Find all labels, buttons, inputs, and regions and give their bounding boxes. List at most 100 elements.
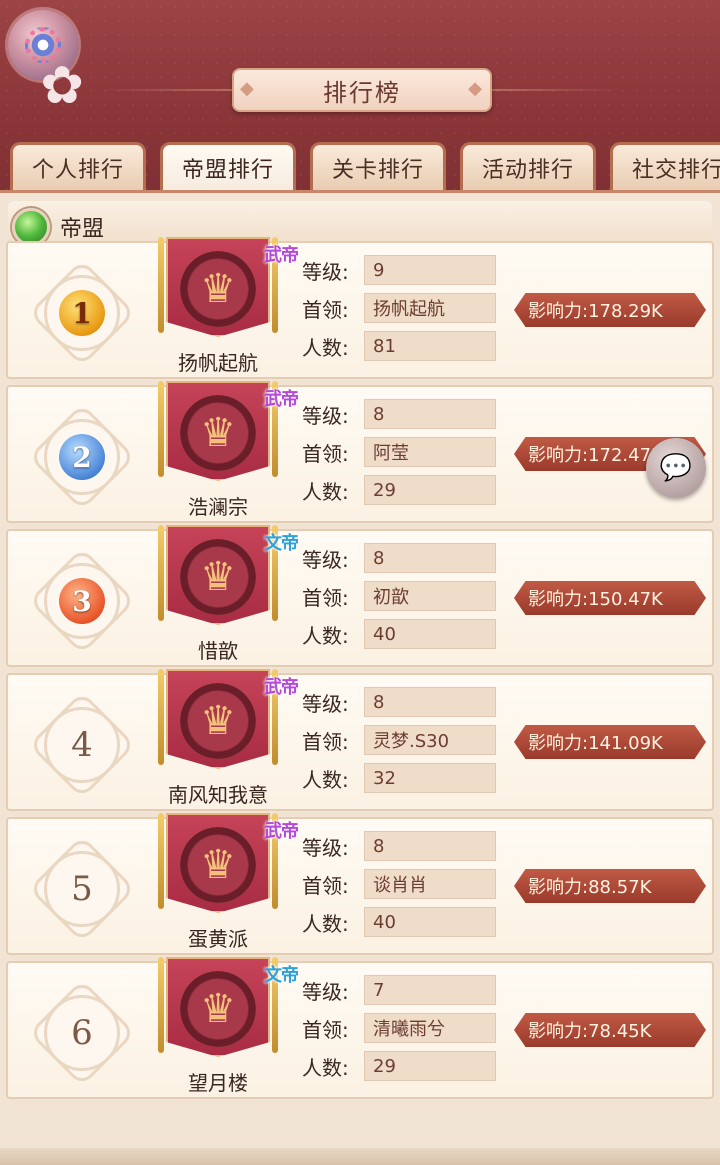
level-value: 8 bbox=[364, 399, 496, 429]
rank-badge: 6 bbox=[28, 979, 136, 1087]
alliance-banner[interactable]: ♛ 武帝 bbox=[156, 813, 299, 917]
level-field: 等级: 8 bbox=[302, 683, 496, 721]
bottom-edge bbox=[0, 1148, 720, 1165]
influence-badge: 影响力:88.57K bbox=[514, 869, 706, 903]
leader-label: 首领: bbox=[302, 297, 349, 322]
rank-number: 5 bbox=[71, 869, 93, 909]
members-label: 人数: bbox=[302, 335, 349, 360]
leader-value: 清曦雨兮 bbox=[364, 1013, 496, 1043]
rank-number: 6 bbox=[71, 1013, 93, 1053]
leader-label: 首领: bbox=[302, 729, 349, 754]
leader-label: 首领: bbox=[302, 873, 349, 898]
members-value: 40 bbox=[364, 907, 496, 937]
rank-badge: 2 bbox=[28, 403, 136, 511]
rank-number: 3 bbox=[59, 578, 105, 624]
level-label: 等级: bbox=[302, 691, 349, 716]
members-field: 人数: 32 bbox=[302, 759, 496, 797]
alliance-info: 等级: 8 首领: 谈肖肖 人数: 40 bbox=[302, 827, 496, 941]
ranking-row[interactable]: 6 ♛ 文帝 望月楼 等级: 7 首领: 清曦雨兮 人数: 29 影响力:78.… bbox=[6, 957, 714, 1099]
emperor-tag: 武帝 bbox=[264, 245, 299, 266]
alliance-banner[interactable]: ♛ 武帝 bbox=[156, 381, 299, 485]
ranking-panel: 帝盟 1 ♛ 武帝 扬帆起航 等级: 9 首领: 扬帆起航 人数: 81 影响力… bbox=[0, 190, 720, 1165]
crown-icon: ♛ bbox=[180, 395, 256, 471]
level-value: 7 bbox=[364, 975, 496, 1005]
leader-field: 首领: 谈肖肖 bbox=[302, 865, 496, 903]
tab-event-rank[interactable]: 活动排行 bbox=[460, 142, 596, 190]
leader-field: 首领: 清曦雨兮 bbox=[302, 1009, 496, 1047]
leader-value: 初歆 bbox=[364, 581, 496, 611]
alliance-banner[interactable]: ♛ 文帝 bbox=[156, 957, 299, 1061]
members-field: 人数: 40 bbox=[302, 903, 496, 941]
level-label: 等级: bbox=[302, 547, 349, 572]
influence-badge: 影响力:78.45K bbox=[514, 1013, 706, 1047]
level-field: 等级: 9 bbox=[302, 251, 496, 289]
ranking-row[interactable]: 5 ♛ 武帝 蛋黄派 等级: 8 首领: 谈肖肖 人数: 40 影响力:88.5… bbox=[6, 813, 714, 955]
chat-button[interactable]: 💬 bbox=[646, 438, 706, 498]
rank-number: 1 bbox=[59, 290, 105, 336]
leader-label: 首领: bbox=[302, 441, 349, 466]
ranking-row[interactable]: 1 ♛ 武帝 扬帆起航 等级: 9 首领: 扬帆起航 人数: 81 影响力:17… bbox=[6, 237, 714, 379]
ranking-row[interactable]: 4 ♛ 武帝 南风知我意 等级: 8 首领: 灵梦.S30 人数: 32 影响力… bbox=[6, 669, 714, 811]
chat-bubble-icon: 💬 bbox=[659, 453, 693, 483]
influence-badge: 影响力:141.09K bbox=[514, 725, 706, 759]
alliance-info: 等级: 9 首领: 扬帆起航 人数: 81 bbox=[302, 251, 496, 365]
level-label: 等级: bbox=[302, 403, 349, 428]
influence-badge: 影响力:178.29K bbox=[514, 293, 706, 327]
leader-field: 首领: 扬帆起航 bbox=[302, 289, 496, 327]
level-field: 等级: 8 bbox=[302, 395, 496, 433]
members-field: 人数: 40 bbox=[302, 615, 496, 653]
level-value: 8 bbox=[364, 543, 496, 573]
tab-alliance-rank[interactable]: 帝盟排行 bbox=[160, 142, 296, 190]
leader-value: 谈肖肖 bbox=[364, 869, 496, 899]
emperor-tag: 武帝 bbox=[264, 821, 299, 842]
leader-field: 首领: 灵梦.S30 bbox=[302, 721, 496, 759]
alliance-banner[interactable]: ♛ 武帝 bbox=[156, 237, 299, 341]
tab-personal-rank[interactable]: 个人排行 bbox=[10, 142, 146, 190]
alliance-banner[interactable]: ♛ 武帝 bbox=[156, 669, 299, 773]
members-field: 人数: 81 bbox=[302, 327, 496, 365]
tab-social-rank[interactable]: 社交排行 bbox=[610, 142, 720, 190]
alliance-info: 等级: 8 首领: 灵梦.S30 人数: 32 bbox=[302, 683, 496, 797]
leader-field: 首领: 阿莹 bbox=[302, 433, 496, 471]
alliance-name: 南风知我意 bbox=[168, 783, 268, 807]
alliance-info: 等级: 8 首领: 初歆 人数: 40 bbox=[302, 539, 496, 653]
emperor-tag: 武帝 bbox=[264, 389, 299, 410]
members-value: 29 bbox=[364, 475, 496, 505]
alliance-info: 等级: 7 首领: 清曦雨兮 人数: 29 bbox=[302, 971, 496, 1085]
leader-value: 阿莹 bbox=[364, 437, 496, 467]
emperor-tag: 武帝 bbox=[264, 677, 299, 698]
flower-decoration-icon: ✿ bbox=[40, 56, 84, 116]
level-field: 等级: 8 bbox=[302, 539, 496, 577]
level-value: 9 bbox=[364, 255, 496, 285]
level-value: 8 bbox=[364, 831, 496, 861]
section-label: 帝盟 bbox=[60, 217, 105, 242]
ranking-row[interactable]: 2 ♛ 武帝 浩澜宗 等级: 8 首领: 阿莹 人数: 29 影响力:172.4… bbox=[6, 381, 714, 523]
alliance-info: 等级: 8 首领: 阿莹 人数: 29 bbox=[302, 395, 496, 509]
tab-stage-rank[interactable]: 关卡排行 bbox=[310, 142, 446, 190]
members-label: 人数: bbox=[302, 767, 349, 792]
members-value: 29 bbox=[364, 1051, 496, 1081]
members-label: 人数: bbox=[302, 911, 349, 936]
banner-pole bbox=[158, 381, 164, 477]
crown-icon: ♛ bbox=[180, 683, 256, 759]
rank-badge: 1 bbox=[28, 259, 136, 367]
ranking-row[interactable]: 3 ♛ 文帝 惜歆 等级: 8 首领: 初歆 人数: 40 影响力:150.47… bbox=[6, 525, 714, 667]
level-value: 8 bbox=[364, 687, 496, 717]
level-label: 等级: bbox=[302, 979, 349, 1004]
crown-icon: ♛ bbox=[180, 971, 256, 1047]
rank-number: 4 bbox=[71, 725, 93, 765]
crown-icon: ♛ bbox=[180, 539, 256, 615]
alliance-name: 望月楼 bbox=[188, 1071, 248, 1095]
leader-label: 首领: bbox=[302, 585, 349, 610]
level-field: 等级: 8 bbox=[302, 827, 496, 865]
alliance-name: 蛋黄派 bbox=[188, 927, 248, 951]
alliance-banner[interactable]: ♛ 文帝 bbox=[156, 525, 299, 629]
alliance-name: 惜歆 bbox=[198, 639, 238, 663]
leader-field: 首领: 初歆 bbox=[302, 577, 496, 615]
members-value: 40 bbox=[364, 619, 496, 649]
leader-label: 首领: bbox=[302, 1017, 349, 1042]
banner-pole bbox=[158, 813, 164, 909]
leader-value: 灵梦.S30 bbox=[364, 725, 496, 755]
members-value: 32 bbox=[364, 763, 496, 793]
rank-badge: 3 bbox=[28, 547, 136, 655]
